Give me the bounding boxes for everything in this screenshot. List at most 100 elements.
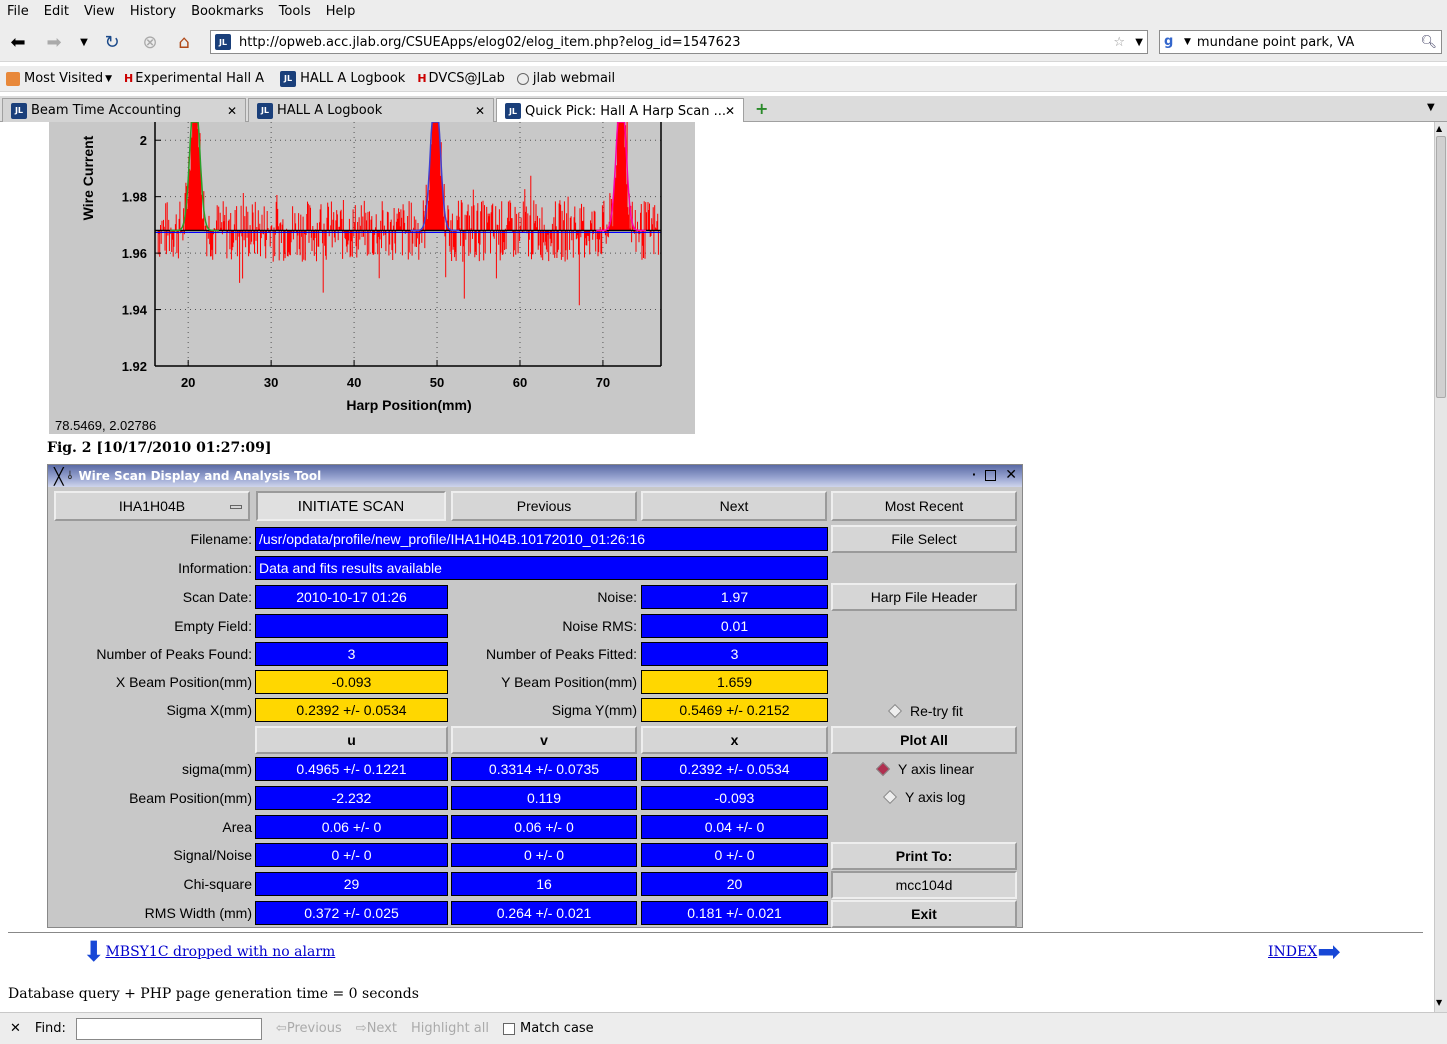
x-tick-label: 50 bbox=[430, 375, 444, 390]
search-input[interactable]: mundane point park, VA bbox=[1197, 35, 1354, 50]
url-bar[interactable]: JL http://opweb.acc.jlab.org/CSUEApps/el… bbox=[210, 30, 1148, 54]
y-tick-label: 1.98 bbox=[122, 190, 147, 205]
x-beam-label: X Beam Position(mm) bbox=[115, 674, 252, 690]
wire-scan-tool-window: ╳ ⫰ Wire Scan Display and Analysis Tool … bbox=[47, 464, 1023, 928]
home-icon[interactable]: ⌂ bbox=[172, 30, 196, 54]
bookmark-jlab-webmail[interactable]: jlab webmail bbox=[516, 71, 615, 86]
bookmark-dvcs[interactable]: H DVCS@JLab bbox=[417, 71, 505, 86]
menu-history[interactable]: History bbox=[123, 4, 184, 19]
row-label: Area bbox=[222, 819, 252, 835]
scroll-down-icon[interactable]: ▼ bbox=[1436, 998, 1442, 1007]
bookmark-hall-a-logbook[interactable]: JL HALL A Logbook bbox=[276, 70, 405, 87]
menu-bookmarks[interactable]: Bookmarks bbox=[184, 4, 272, 19]
menu-edit[interactable]: Edit bbox=[37, 4, 77, 19]
match-case-checkbox[interactable] bbox=[503, 1022, 515, 1035]
next-button[interactable]: Next bbox=[641, 491, 827, 521]
filename-field[interactable]: /usr/opdata/profile/new_profile/IHA1H04B… bbox=[255, 527, 828, 551]
printer-field[interactable]: mcc104d bbox=[831, 871, 1017, 899]
x-beam-field: -0.093 bbox=[255, 670, 448, 694]
x-axis-label: Harp Position(mm) bbox=[346, 397, 471, 413]
retry-fit-radio[interactable]: Re-try fit bbox=[887, 703, 963, 719]
menu-view[interactable]: View bbox=[77, 4, 123, 19]
vertical-scrollbar[interactable]: ▲ ▼ bbox=[1434, 122, 1447, 1012]
chevron-down-icon: ▼ bbox=[105, 73, 113, 84]
forward-arrow-icon[interactable]: ➡ bbox=[42, 30, 66, 54]
history-dropdown-icon[interactable]: ▼ bbox=[72, 30, 96, 54]
close-icon[interactable]: ✕ bbox=[1005, 467, 1017, 483]
highlight-all-button[interactable]: Highlight all bbox=[411, 1021, 489, 1036]
col-x-button[interactable]: x bbox=[641, 726, 828, 754]
back-arrow-icon[interactable]: ⬅ bbox=[6, 30, 30, 54]
pin-icon[interactable]: ⫰ bbox=[68, 469, 73, 483]
folder-icon bbox=[6, 71, 20, 86]
halla-icon: H bbox=[417, 72, 427, 85]
new-tab-plus-icon[interactable]: + bbox=[755, 99, 768, 118]
stop-icon[interactable]: ⊗ bbox=[138, 30, 162, 54]
y-axis-log-radio[interactable]: Y axis log bbox=[882, 789, 965, 805]
bookmark-experimental-hall-a[interactable]: H Experimental Hall A bbox=[124, 71, 264, 86]
url-dropdown-icon[interactable]: ▼ bbox=[1135, 37, 1143, 48]
harp-file-header-button[interactable]: Harp File Header bbox=[831, 583, 1017, 611]
menu-tools[interactable]: Tools bbox=[272, 4, 319, 19]
dropdown-icon bbox=[230, 505, 242, 509]
row-value-x: 0.2392 +/- 0.0534 bbox=[641, 757, 828, 781]
jlab-icon: JL bbox=[280, 70, 297, 87]
site-favicon: JL bbox=[215, 34, 231, 50]
match-case-label: Match case bbox=[520, 1021, 594, 1036]
minimize-icon[interactable]: · bbox=[972, 468, 976, 481]
previous-button[interactable]: Previous bbox=[451, 491, 637, 521]
index-link[interactable]: INDEX ➡ bbox=[1268, 938, 1341, 966]
jlab-icon: JL bbox=[505, 103, 521, 119]
col-u-button[interactable]: u bbox=[255, 726, 448, 754]
close-icon[interactable]: ✕ bbox=[227, 104, 237, 118]
row-value-x: -0.093 bbox=[641, 786, 828, 810]
peaks-fitted-label: Number of Peaks Fitted: bbox=[486, 646, 637, 662]
data-series bbox=[157, 122, 659, 306]
sigma-x-label: Sigma X(mm) bbox=[166, 702, 252, 718]
plot-all-button[interactable]: Plot All bbox=[831, 726, 1017, 754]
row-value-x: 20 bbox=[641, 872, 828, 896]
find-next-button[interactable]: ⇨Next bbox=[356, 1021, 397, 1036]
close-find-icon[interactable]: ✕ bbox=[10, 1021, 21, 1036]
col-v-button[interactable]: v bbox=[451, 726, 637, 754]
app-x-icon: ╳ bbox=[54, 466, 64, 486]
tab-harp-scan[interactable]: JL Quick Pick: Hall A Harp Scan ... ✕ bbox=[496, 98, 744, 123]
reload-icon[interactable]: ↻ bbox=[100, 30, 124, 54]
sigma-x-field: 0.2392 +/- 0.0534 bbox=[255, 698, 448, 722]
tab-beam-time-accounting[interactable]: JL Beam Time Accounting ✕ bbox=[2, 98, 246, 122]
search-engine-dropdown-icon[interactable]: ▼ bbox=[1184, 37, 1191, 47]
most-recent-button[interactable]: Most Recent bbox=[831, 491, 1017, 521]
x-tick-label: 40 bbox=[347, 375, 361, 390]
close-icon[interactable]: ✕ bbox=[475, 104, 485, 118]
tab-hall-a-logbook[interactable]: JL HALL A Logbook ✕ bbox=[248, 98, 494, 122]
row-value-v: 0.264 +/- 0.021 bbox=[451, 901, 637, 925]
scroll-up-icon[interactable]: ▲ bbox=[1436, 124, 1442, 133]
row-value-v: 0.06 +/- 0 bbox=[451, 815, 637, 839]
y-axis-linear-radio[interactable]: Y axis linear bbox=[875, 761, 974, 777]
close-icon[interactable]: ✕ bbox=[725, 104, 735, 118]
search-bar[interactable]: g ▼ mundane point park, VA 🔍︎ bbox=[1159, 30, 1442, 54]
print-to-button[interactable]: Print To: bbox=[831, 842, 1017, 870]
find-input[interactable] bbox=[75, 1017, 262, 1040]
menu-bar: File Edit View History Bookmarks Tools H… bbox=[0, 0, 1447, 22]
file-select-button[interactable]: File Select bbox=[831, 525, 1017, 553]
empty-field-label: Empty Field: bbox=[174, 618, 252, 634]
exit-button[interactable]: Exit bbox=[831, 900, 1017, 928]
magnifier-icon[interactable]: 🔍︎ bbox=[1420, 35, 1437, 50]
row-value-u: 0.372 +/- 0.025 bbox=[255, 901, 448, 925]
y-tick-label: 1.96 bbox=[122, 246, 147, 261]
previous-entry-link[interactable]: ⬇ MBSY1C dropped with no alarm bbox=[82, 938, 335, 966]
menu-help[interactable]: Help bbox=[319, 4, 364, 19]
device-select[interactable]: IHA1H04B bbox=[54, 491, 250, 521]
scroll-thumb[interactable] bbox=[1436, 136, 1446, 398]
google-icon[interactable]: g bbox=[1164, 34, 1182, 50]
empty-field bbox=[255, 614, 448, 638]
initiate-scan-button[interactable]: INITIATE SCAN bbox=[256, 491, 446, 521]
tool-title-bar: ╳ ⫰ Wire Scan Display and Analysis Tool … bbox=[48, 465, 1022, 487]
bookmark-most-visited[interactable]: Most Visited ▼ bbox=[6, 71, 112, 86]
star-icon[interactable]: ☆ bbox=[1113, 35, 1125, 50]
menu-file[interactable]: File bbox=[0, 4, 37, 19]
maximize-icon[interactable] bbox=[985, 470, 996, 481]
find-previous-button[interactable]: ⇦Previous bbox=[276, 1021, 342, 1036]
tab-list-dropdown-icon[interactable]: ▼ bbox=[1427, 102, 1435, 113]
